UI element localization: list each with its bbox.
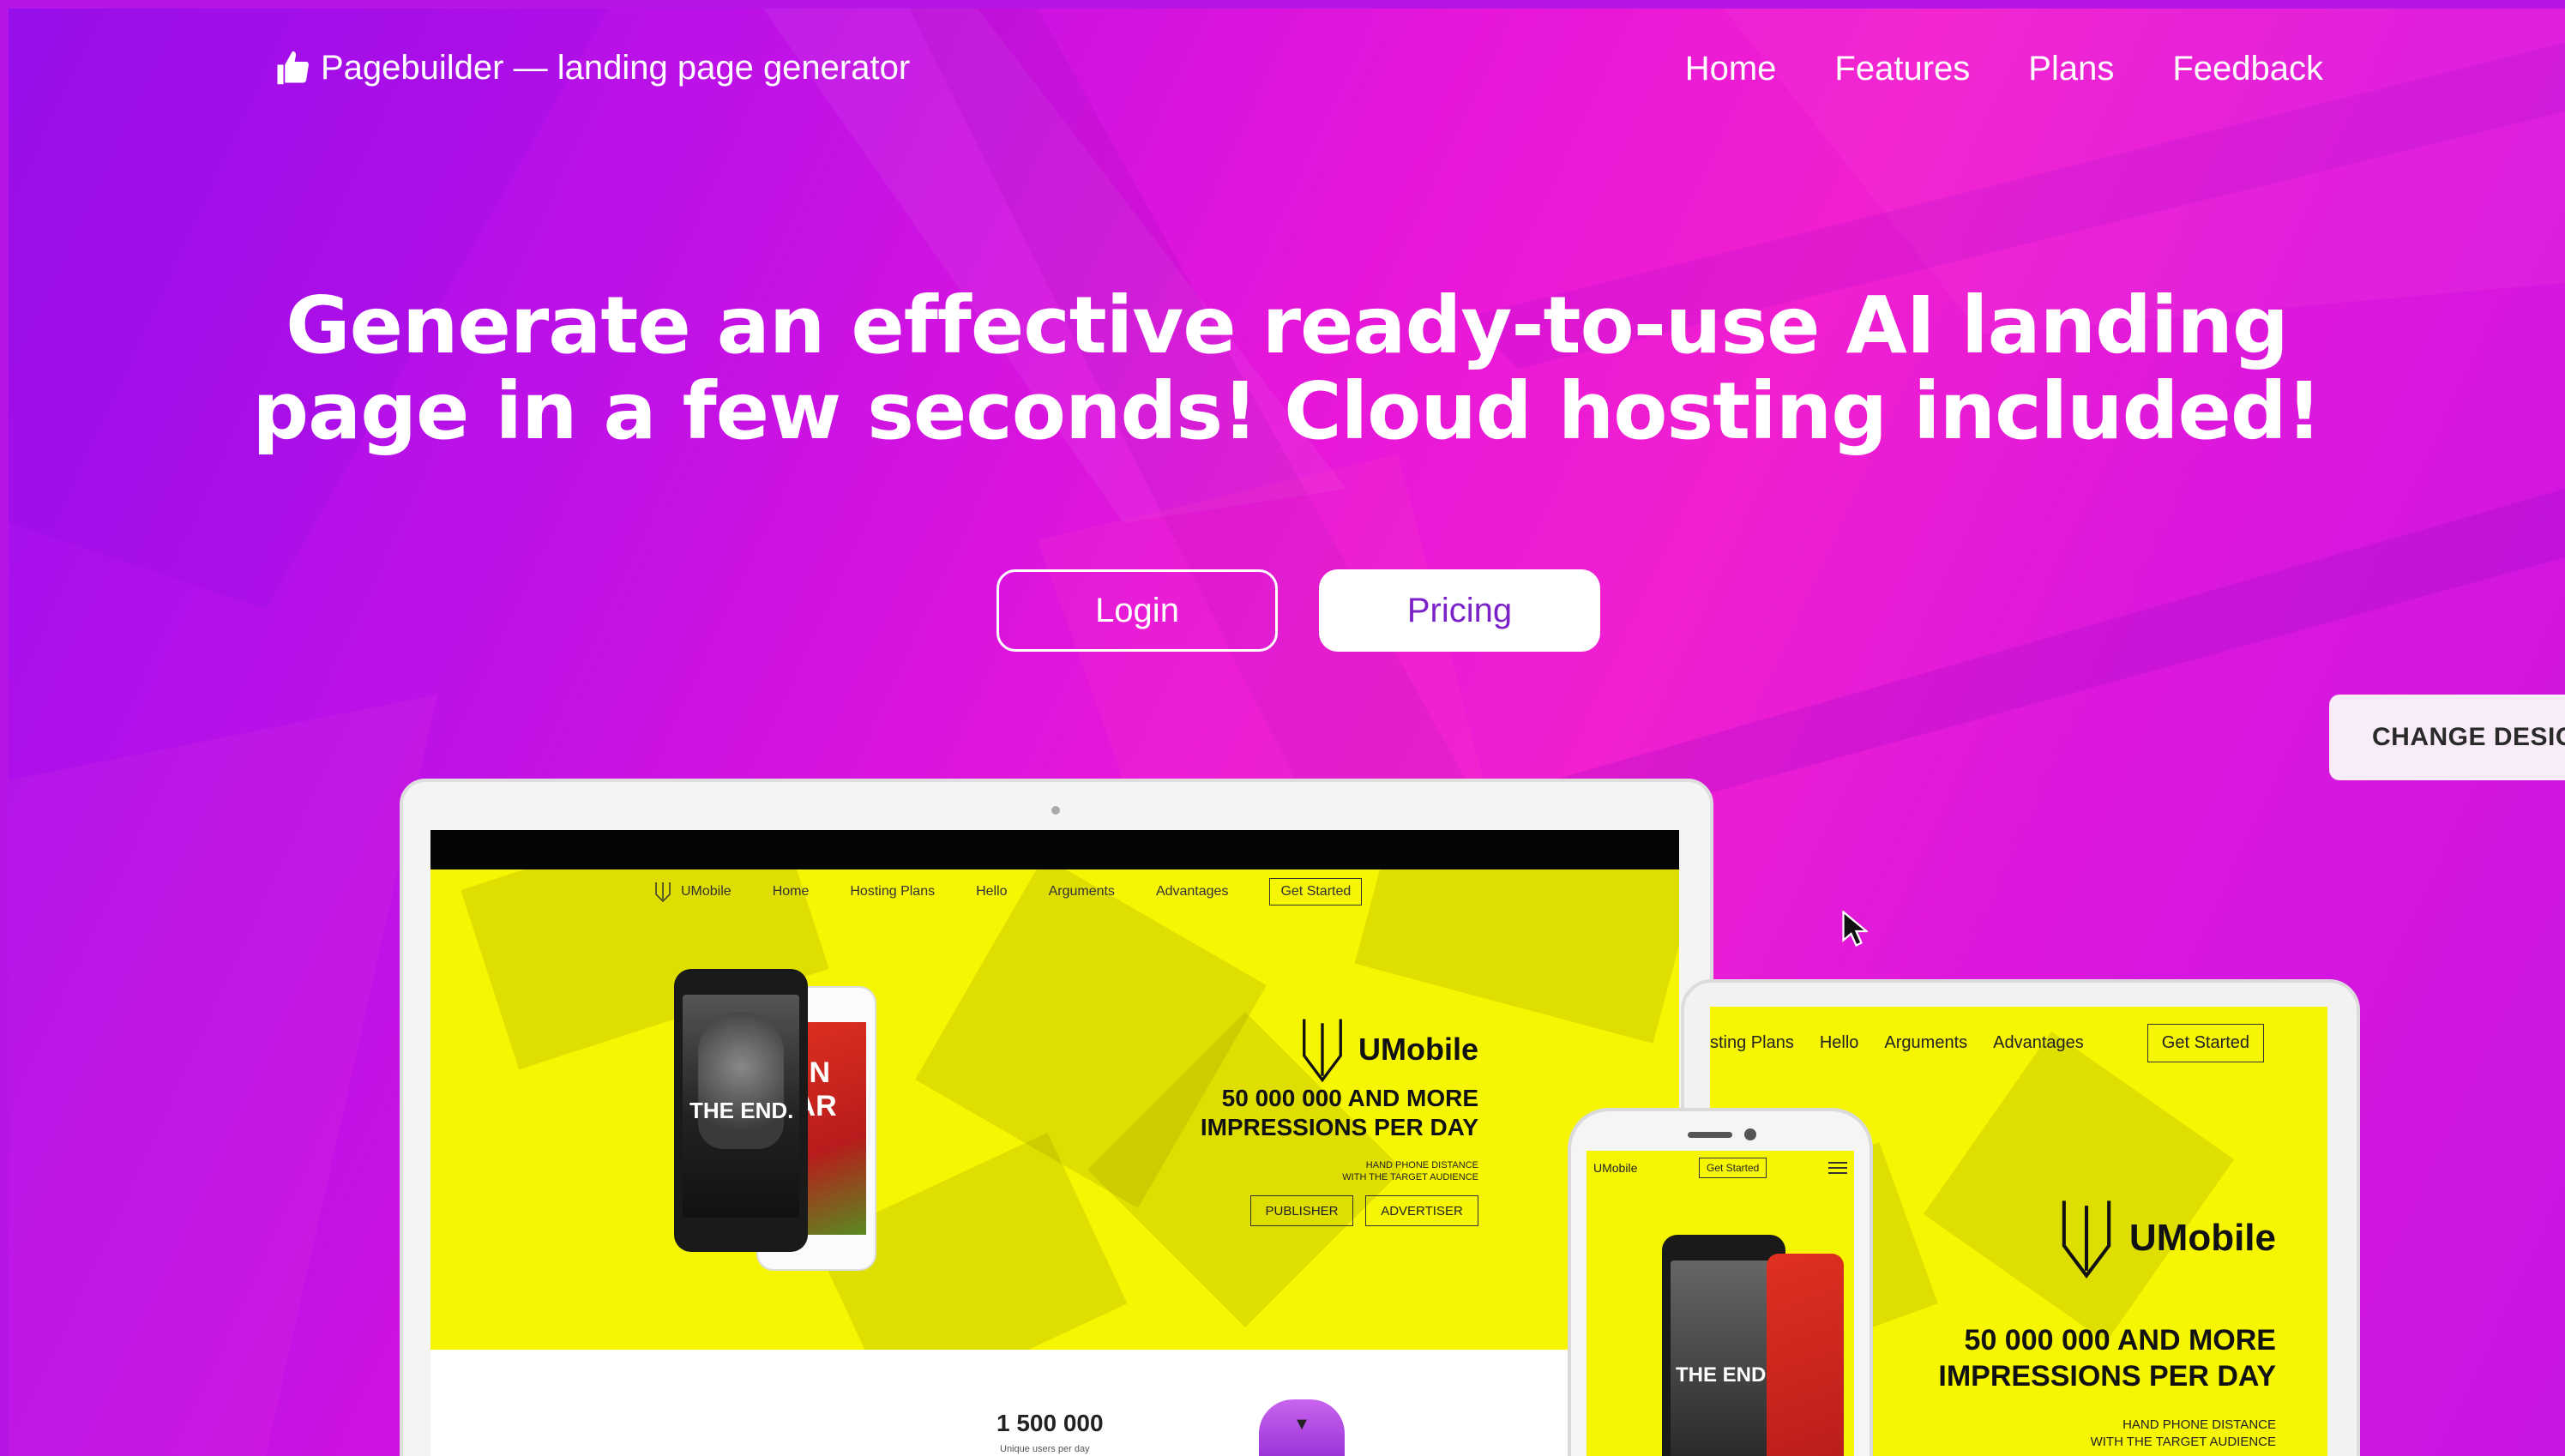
tablet-subtext: HAND PHONE DISTANCE WITH THE TARGET AUDI…: [2091, 1417, 2276, 1451]
preview-nav-home[interactable]: Home: [773, 884, 810, 899]
tablet-headline: 50 000 000 AND MORE IMPRESSIONS PER DAY: [1938, 1322, 2276, 1394]
preview-phone-dark: THE END.: [674, 969, 808, 1252]
preview-nav: UMobile Home Hosting Plans Hello Argumen…: [653, 878, 1363, 905]
preview-get-started[interactable]: Get Started: [1269, 878, 1363, 905]
preview-sub-line-1: HAND PHONE DISTANCE: [1365, 1160, 1478, 1170]
brand[interactable]: Pagebuilder — landing page generator: [274, 48, 910, 87]
preview-nav-hosting[interactable]: Hosting Plans: [850, 884, 935, 899]
nav-plans[interactable]: Plans: [2028, 50, 2114, 88]
login-button[interactable]: Login: [996, 569, 1278, 652]
preview-logo[interactable]: UMobile: [653, 881, 732, 903]
pricing-button[interactable]: Pricing: [1319, 569, 1600, 652]
mouse-cursor-icon: [1842, 911, 1868, 947]
hero-section: Pagebuilder — landing page generator Hom…: [9, 9, 2565, 1456]
stat-value: 1 500 000: [996, 1410, 1104, 1436]
browser-bar: [431, 830, 1679, 869]
tablet-nav: sting Plans Hello Arguments Advantages G…: [1710, 1024, 2265, 1062]
phone-camera: [1744, 1128, 1756, 1140]
brand-name: Pagebuilder — landing page generator: [321, 48, 911, 87]
tablet-headline-line-2: IMPRESSIONS PER DAY: [1938, 1360, 2276, 1393]
umobile-logo-icon: [655, 882, 671, 903]
laptop-camera: [1051, 806, 1060, 815]
preview-brand-text: UMobile: [1358, 1032, 1478, 1067]
poster-left-text: THE END.: [689, 1098, 794, 1123]
hero-title-line-1: Generate an effective ready-to-use AI la…: [286, 280, 2289, 371]
preview-subtext: HAND PHONE DISTANCE WITH THE TARGET AUDI…: [1342, 1159, 1478, 1183]
tablet-brand-text: UMobile: [2128, 1217, 2276, 1259]
tablet-nav-advantages[interactable]: Advantages: [1993, 1033, 2084, 1053]
phone-screen: UMobile Get Started THE END.: [1587, 1151, 1854, 1456]
thumbs-up-icon: [277, 51, 309, 85]
preview-brand: UMobile: [1300, 1014, 1478, 1086]
preview-phone-dark-screen: THE END.: [683, 995, 799, 1218]
tablet-nav-arguments[interactable]: Arguments: [1884, 1033, 1967, 1053]
preview-nav-advantages[interactable]: Advantages: [1156, 884, 1229, 899]
phone-poster-text: THE END.: [1676, 1363, 1773, 1387]
advertiser-button[interactable]: ADVERTISER: [1365, 1195, 1478, 1226]
laptop-screen: UMobile Home Hosting Plans Hello Argumen…: [431, 830, 1679, 1456]
hero-title: Generate an effective ready-to-use AI la…: [9, 283, 2565, 454]
nav-features[interactable]: Features: [1834, 50, 1970, 88]
tablet-brand: UMobile: [2059, 1195, 2276, 1281]
stat-label: Unique users per day: [1000, 1444, 1090, 1454]
phone-mockup: UMobile Get Started THE END.: [1568, 1108, 1873, 1456]
hero-title-line-2: page in a few seconds! Cloud hosting inc…: [252, 365, 2321, 457]
hamburger-icon[interactable]: [1827, 1162, 1847, 1174]
top-nav: Home Features Plans Feedback: [1685, 50, 2323, 88]
scroll-down-button[interactable]: ▼: [1259, 1399, 1345, 1456]
nav-feedback[interactable]: Feedback: [2172, 50, 2323, 88]
preview-logo-text: UMobile: [681, 884, 732, 899]
chevron-down-icon: ▼: [1293, 1415, 1310, 1434]
preview-nav-hello[interactable]: Hello: [976, 884, 1007, 899]
nav-home[interactable]: Home: [1685, 50, 1777, 88]
tablet-nav-hello[interactable]: Hello: [1820, 1033, 1859, 1053]
phone-logo[interactable]: UMobile: [1593, 1161, 1637, 1175]
tablet-get-started[interactable]: Get Started: [2147, 1024, 2265, 1062]
phone-nav: UMobile Get Started: [1593, 1158, 1847, 1178]
preview-headline: 50 000 000 AND MORE IMPRESSIONS PER DAY: [1201, 1084, 1478, 1142]
phone-preview-screen: THE END.: [1671, 1260, 1777, 1456]
phone-get-started[interactable]: Get Started: [1698, 1158, 1767, 1178]
preview-sub-line-2: WITH THE TARGET AUDIENCE: [1342, 1172, 1478, 1182]
tablet-sub-line-1: HAND PHONE DISTANCE: [2122, 1417, 2276, 1432]
phone-preview-red: [1767, 1254, 1844, 1456]
change-design-button[interactable]: CHANGE DESIGN: [2329, 695, 2565, 780]
umobile-logo-icon: [1303, 1019, 1342, 1083]
umobile-logo-icon: [2062, 1200, 2111, 1279]
phone-speaker: [1688, 1132, 1732, 1138]
preview-headline-line-1: 50 000 000 AND MORE: [1221, 1085, 1478, 1111]
tablet-nav-hosting[interactable]: sting Plans: [1710, 1033, 1794, 1053]
tablet-sub-line-2: WITH THE TARGET AUDIENCE: [2090, 1435, 2276, 1449]
publisher-button[interactable]: PUBLISHER: [1250, 1195, 1353, 1226]
poster-face: [698, 1012, 784, 1149]
preview-nav-arguments[interactable]: Arguments: [1049, 884, 1115, 899]
preview-hero: [431, 869, 1679, 1350]
preview-headline-line-2: IMPRESSIONS PER DAY: [1200, 1114, 1478, 1140]
laptop-mockup: UMobile Home Hosting Plans Hello Argumen…: [400, 779, 1713, 1456]
tablet-headline-line-1: 50 000 000 AND MORE: [1964, 1324, 2276, 1357]
